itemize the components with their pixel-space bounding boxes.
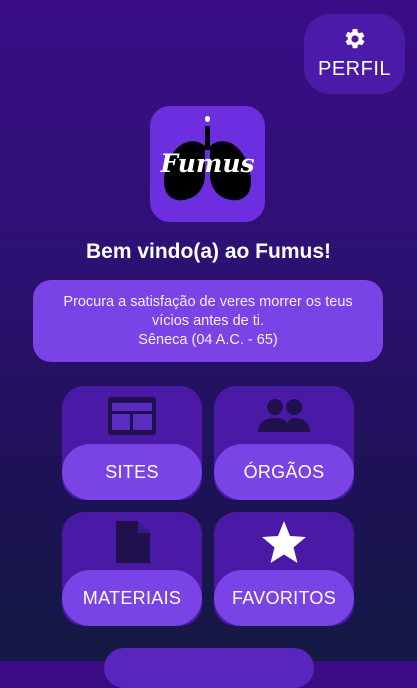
gear-icon xyxy=(345,28,364,49)
quote-text: Procura a satisfação de veres morrer os … xyxy=(63,293,353,329)
logo-text: Fumus xyxy=(159,149,254,178)
quote-card: Procura a satisfação de veres morrer os … xyxy=(33,280,383,362)
document-icon xyxy=(116,521,150,563)
web-layout-icon xyxy=(108,397,156,435)
bottom-button-partial[interactable] xyxy=(104,648,314,688)
favoritos-button[interactable]: FAVORITOS xyxy=(214,570,354,626)
profile-label: PERFIL xyxy=(317,58,392,80)
menu-tile-orgaos[interactable]: ÓRGÃOS xyxy=(214,386,354,500)
profile-button[interactable]: PERFIL xyxy=(304,14,405,94)
orgaos-button[interactable]: ÓRGÃOS xyxy=(214,444,354,500)
app-logo: Fumus xyxy=(150,106,265,222)
people-icon xyxy=(258,399,310,432)
materiais-button[interactable]: MATERIAIS xyxy=(62,570,202,626)
sites-button[interactable]: SITES xyxy=(62,444,202,500)
lungs-icon: Fumus xyxy=(159,116,255,201)
star-icon xyxy=(262,521,306,563)
quote-author: Sêneca (04 A.C. - 65) xyxy=(138,331,278,348)
menu-tile-favoritos[interactable]: FAVORITOS xyxy=(214,512,354,626)
welcome-title: Bem vindo(a) ao Fumus! xyxy=(85,240,332,263)
menu-tile-sites[interactable]: SITES xyxy=(62,386,202,500)
menu-tile-materiais[interactable]: MATERIAIS xyxy=(62,512,202,626)
